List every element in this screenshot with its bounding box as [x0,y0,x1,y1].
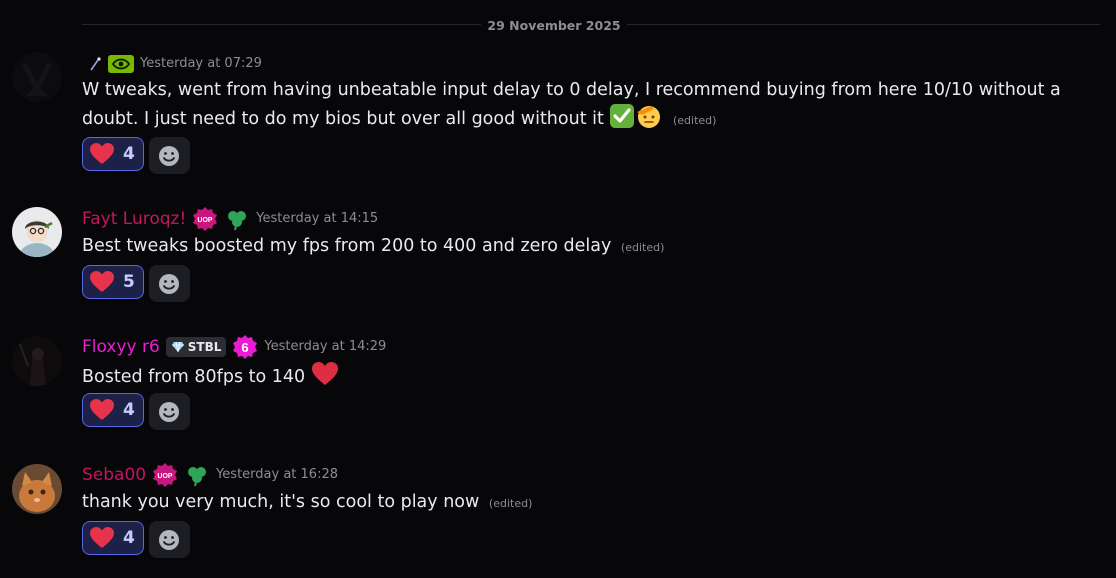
reaction-count: 4 [123,144,135,164]
reaction-count: 5 [123,272,135,292]
clover-icon [184,463,210,487]
reaction-count: 4 [123,400,135,420]
svg-text:UOP: UOP [158,473,174,480]
timestamp[interactable]: Yesterday at 14:15 [256,210,378,228]
guild-tag-label: STBL [187,340,222,354]
reactions-bar: 5 [82,265,190,302]
clover-icon [224,207,250,231]
smiley-icon [159,273,180,294]
svg-text:UOP: UOP [198,217,214,224]
reactions-bar: 4 [82,521,190,558]
smiley-icon [159,529,180,550]
saluting-face-emoji-icon [635,103,663,137]
username[interactable]: Floxyy r6 [82,335,160,359]
uop-badge-icon: UOP [192,206,218,232]
reactions-bar: 4 [82,393,190,430]
edited-label: (edited) [673,114,717,127]
heart-reaction[interactable]: 4 [82,393,144,427]
username[interactable]: Fayt Luroqz! [82,207,186,231]
message-text: Best tweaks boosted my fps from 200 to 4… [82,236,612,256]
date-divider-line [82,24,1100,25]
heart-reaction[interactable]: 5 [82,265,144,299]
heart-icon [89,526,115,550]
red-heart-emoji-icon [311,361,339,395]
avatar[interactable] [12,207,62,257]
avatar[interactable] [12,336,62,386]
message-text: Bosted from 80fps to 140 [82,367,306,387]
chat-view: 29 November 2025 Yesterday at 07:29 W tw… [0,0,1116,578]
message-content: Bosted from 80fps to 140 [82,361,339,395]
message-header: Yesterday at 07:29 [82,51,262,77]
avatar[interactable] [12,52,62,102]
timestamp[interactable]: Yesterday at 14:29 [264,338,386,356]
reactions-bar: 4 [82,137,190,174]
edited-label: (edited) [488,497,533,510]
svg-text:6: 6 [242,340,249,355]
nvidia-logo-icon [108,55,134,73]
add-reaction-button[interactable] [148,521,190,558]
message-header: Floxyy r6 STBL 6 Yesterday at 14:29 [82,334,386,360]
reaction-count: 4 [123,528,135,548]
avatar[interactable] [12,464,62,514]
edited-label: (edited) [620,241,665,254]
message-text: thank you very much, it's so cool to pla… [82,492,480,512]
add-reaction-button[interactable] [148,137,190,174]
date-divider-label: 29 November 2025 [481,17,627,35]
heart-icon [89,270,115,294]
heart-icon [89,398,115,422]
username[interactable]: Seba00 [82,463,146,487]
diamond-icon [171,341,185,353]
timestamp[interactable]: Yesterday at 16:28 [216,466,338,484]
add-reaction-button[interactable] [148,265,190,302]
heart-icon [89,142,115,166]
level-badge-icon: 6 [232,334,258,360]
message-content: thank you very much, it's so cool to pla… [82,489,532,517]
date-divider: 29 November 2025 [0,15,1116,35]
message-content: Best tweaks boosted my fps from 200 to 4… [82,233,664,261]
message-text: W tweaks, went from having unbeatable in… [82,80,1061,129]
add-reaction-button[interactable] [148,393,190,430]
message-content: W tweaks, went from having unbeatable in… [82,77,1092,137]
timestamp[interactable]: Yesterday at 07:29 [140,55,262,73]
message-header: Fayt Luroqz! UOP Yesterday at 14:15 [82,206,378,232]
uop-badge-icon: UOP [152,462,178,488]
smiley-icon [159,145,180,166]
smiley-icon [159,401,180,422]
heart-reaction[interactable]: 4 [82,521,144,555]
message-header: Seba00 UOP Yesterday at 16:28 [82,462,338,488]
heart-reaction[interactable]: 4 [82,137,144,171]
guild-tag[interactable]: STBL [165,337,227,357]
wand-icon [88,55,102,73]
check-mark-emoji-icon [609,103,635,137]
